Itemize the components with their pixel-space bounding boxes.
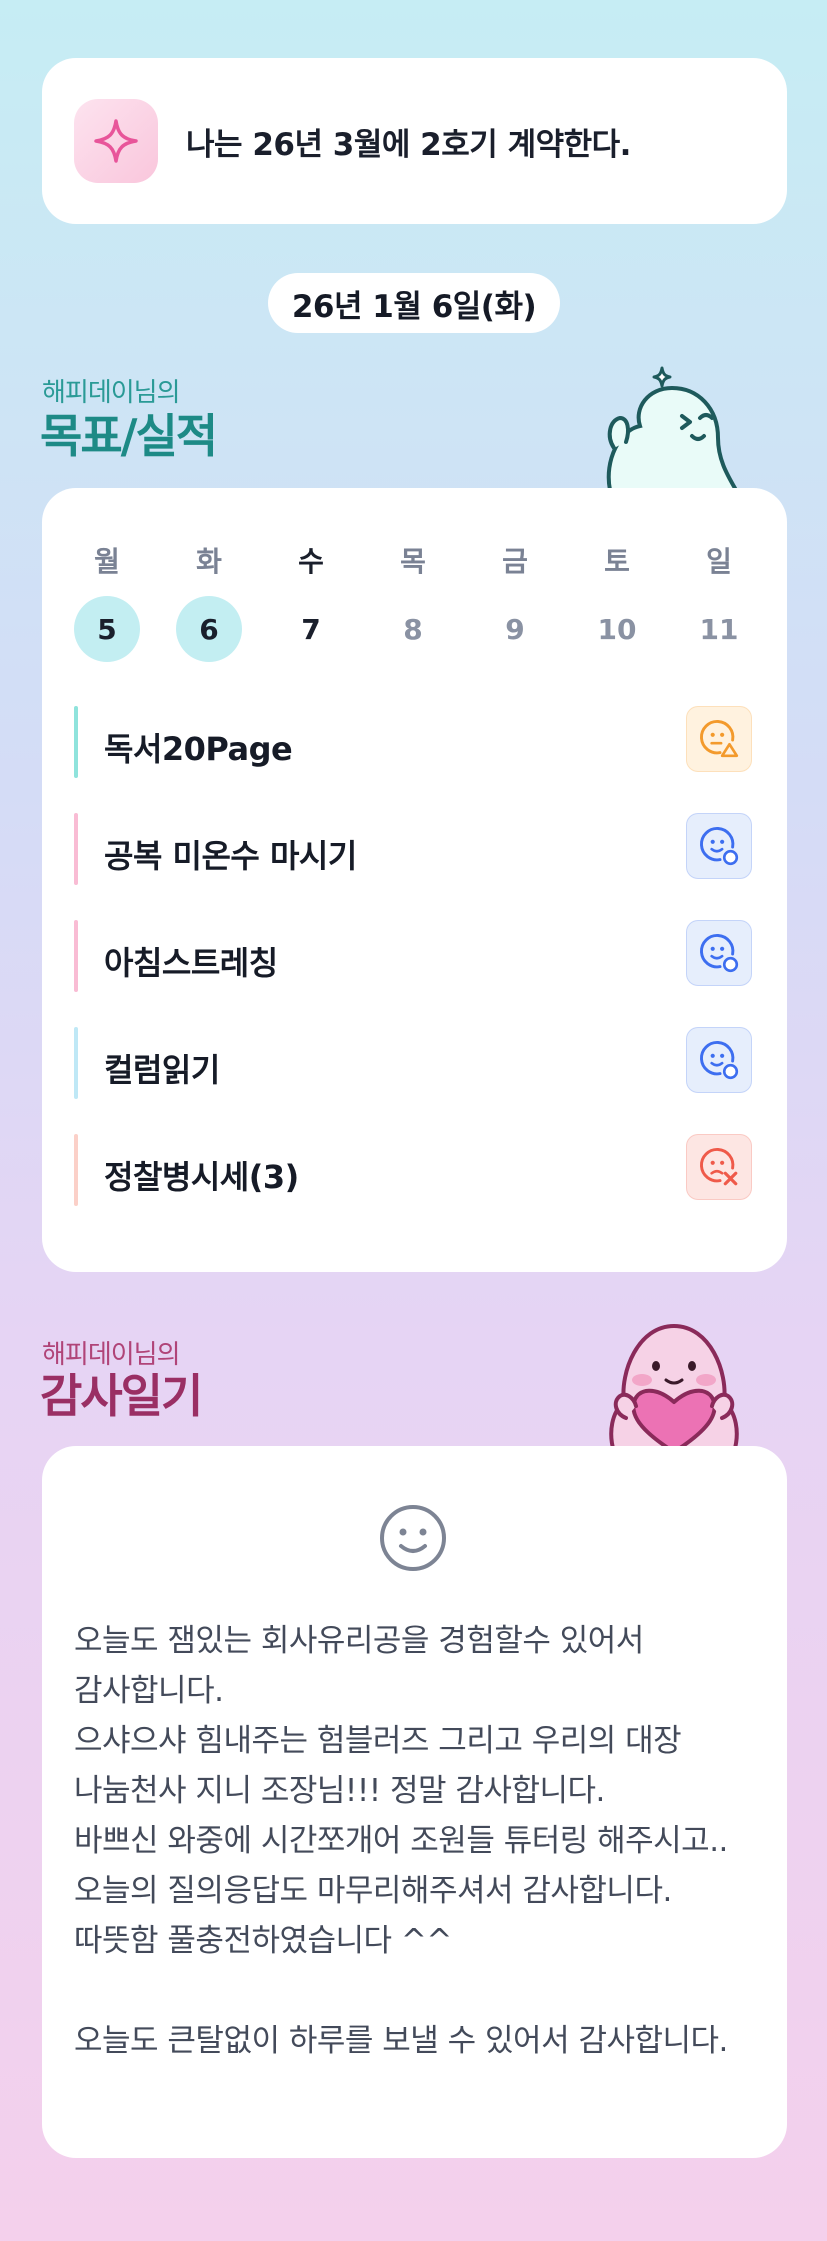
day-number[interactable]: 6 <box>176 596 242 662</box>
day-label: 토 <box>604 545 630 578</box>
day-label: 월 <box>94 545 120 578</box>
goal-row[interactable]: 아침스트레칭 <box>74 920 754 992</box>
heart-mascot-icon <box>594 1322 754 1456</box>
diary-line: 바쁘신 와중에 시간쪼개어 조원들 튜터링 해주시고.. 오늘의 질의응답도 마… <box>74 1823 728 1959</box>
goal-color-bar <box>74 706 78 778</box>
day-number[interactable]: 11 <box>686 596 752 662</box>
smile-face-icon <box>377 1502 449 1578</box>
diary-line: 오늘도 큰탈없이 하루를 보낼 수 있어서 감사합니다. <box>74 2023 728 2059</box>
day-label: 일 <box>706 545 732 578</box>
goal-label: 컬럼읽기 <box>104 1051 220 1089</box>
gratitude-diary-text: 오늘도 잼있는 회사유리공을 경험할수 있어서 감사합니다. 으샤으샤 힘내주는 … <box>74 1616 754 2066</box>
goal-banner-text: 나는 26년 3월에 2호기 계약한다. <box>186 126 631 163</box>
face-fail-icon[interactable] <box>686 1134 752 1200</box>
goal-label: 아침스트레칭 <box>104 944 278 982</box>
goal-label: 독서20Page <box>104 730 293 768</box>
face-warning-icon[interactable] <box>686 706 752 772</box>
face-check-icon[interactable] <box>686 1027 752 1093</box>
day-label: 화 <box>196 545 222 578</box>
diary-line: 으샤으샤 힘내주는 험블러즈 그리고 우리의 대장 나눔천사 지니 조장님!!!… <box>74 1723 682 1809</box>
goal-banner[interactable]: 나는 26년 3월에 2호기 계약한다. <box>42 58 787 224</box>
diary-line: 오늘도 잼있는 회사유리공을 경험할수 있어서 감사합니다. <box>74 1623 644 1709</box>
goals-section-title: 목표/실적 <box>40 409 218 463</box>
goal-color-bar <box>74 813 78 885</box>
goal-label: 정찰병시세(3) <box>104 1158 299 1196</box>
goal-color-bar <box>74 1134 78 1206</box>
goal-color-bar <box>74 1027 78 1099</box>
face-check-icon[interactable] <box>686 813 752 879</box>
face-check-icon[interactable] <box>686 920 752 986</box>
sparkle-icon <box>74 99 158 183</box>
day-label: 목 <box>400 545 426 578</box>
goal-row[interactable]: 독서20Page <box>74 706 754 778</box>
ghost-mascot-icon <box>600 360 750 494</box>
goal-label: 공복 미온수 마시기 <box>104 837 357 875</box>
day-label: 금 <box>502 545 528 578</box>
goal-row[interactable]: 컬럼읽기 <box>74 1027 754 1099</box>
goal-color-bar <box>74 920 78 992</box>
goal-row[interactable]: 정찰병시세(3) <box>74 1134 754 1206</box>
day-number[interactable]: 7 <box>278 596 344 662</box>
day-number[interactable]: 5 <box>74 596 140 662</box>
day-number[interactable]: 9 <box>482 596 548 662</box>
diary-line <box>74 1966 754 2016</box>
gratitude-section-title: 감사일기 <box>40 1369 203 1423</box>
date-pill[interactable]: 26년 1월 6일(화) <box>268 273 560 333</box>
day-number[interactable]: 8 <box>380 596 446 662</box>
day-number[interactable]: 10 <box>584 596 650 662</box>
goal-row[interactable]: 공복 미온수 마시기 <box>74 813 754 885</box>
day-label: 수 <box>298 545 324 578</box>
